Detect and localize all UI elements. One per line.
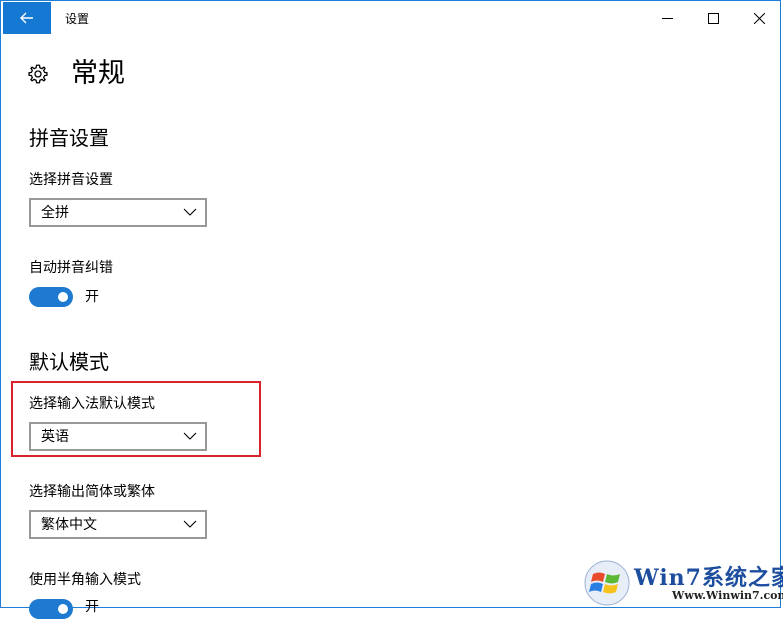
minimize-icon bbox=[661, 17, 673, 19]
watermark-url: Www.Winwin7.com bbox=[672, 589, 783, 602]
output-label: 选择输出简体或繁体 bbox=[29, 484, 155, 500]
back-arrow-icon bbox=[20, 12, 33, 24]
input-mode-dropdown[interactable]: 英语 bbox=[29, 422, 207, 451]
page-title: 常规 bbox=[71, 58, 125, 89]
back-button[interactable] bbox=[3, 2, 51, 34]
section-title-default-mode: 默认模式 bbox=[29, 350, 109, 374]
output-value: 繁体中文 bbox=[41, 517, 97, 533]
input-mode-value: 英语 bbox=[41, 429, 69, 445]
pinyin-setting-dropdown[interactable]: 全拼 bbox=[29, 198, 207, 227]
close-icon bbox=[753, 12, 765, 24]
output-dropdown[interactable]: 繁体中文 bbox=[29, 510, 207, 539]
gear-icon bbox=[28, 64, 48, 84]
site-watermark: Win7系统之家 Www.Winwin7.com bbox=[584, 558, 783, 608]
halfwidth-state: 开 bbox=[85, 599, 99, 615]
close-button[interactable] bbox=[736, 2, 782, 34]
maximize-button[interactable] bbox=[690, 2, 736, 34]
watermark-main-text: Win7系统之家 bbox=[634, 565, 783, 591]
windows-logo-icon bbox=[584, 560, 630, 606]
input-mode-label: 选择输入法默认模式 bbox=[29, 396, 155, 412]
chevron-down-icon bbox=[183, 432, 197, 440]
pinyin-setting-label: 选择拼音设置 bbox=[29, 172, 113, 188]
settings-window: 设置 常规 拼音设置 选择拼音设置 全拼 自动拼音纠错 开 默认模式 选择输入法… bbox=[0, 0, 783, 619]
autocorrect-state: 开 bbox=[85, 289, 99, 305]
autocorrect-label: 自动拼音纠错 bbox=[29, 260, 113, 276]
title-bar: 设置 bbox=[1, 1, 783, 35]
window-title: 设置 bbox=[65, 12, 90, 26]
toggle-knob bbox=[58, 604, 68, 614]
toggle-knob bbox=[58, 292, 68, 302]
minimize-button[interactable] bbox=[644, 2, 690, 34]
maximize-icon bbox=[707, 12, 719, 24]
section-title-pinyin: 拼音设置 bbox=[29, 126, 109, 150]
halfwidth-label: 使用半角输入模式 bbox=[29, 572, 141, 588]
autocorrect-toggle[interactable] bbox=[29, 287, 73, 307]
pinyin-setting-value: 全拼 bbox=[41, 205, 69, 221]
chevron-down-icon bbox=[183, 520, 197, 528]
chevron-down-icon bbox=[183, 208, 197, 216]
halfwidth-toggle[interactable] bbox=[29, 599, 73, 619]
